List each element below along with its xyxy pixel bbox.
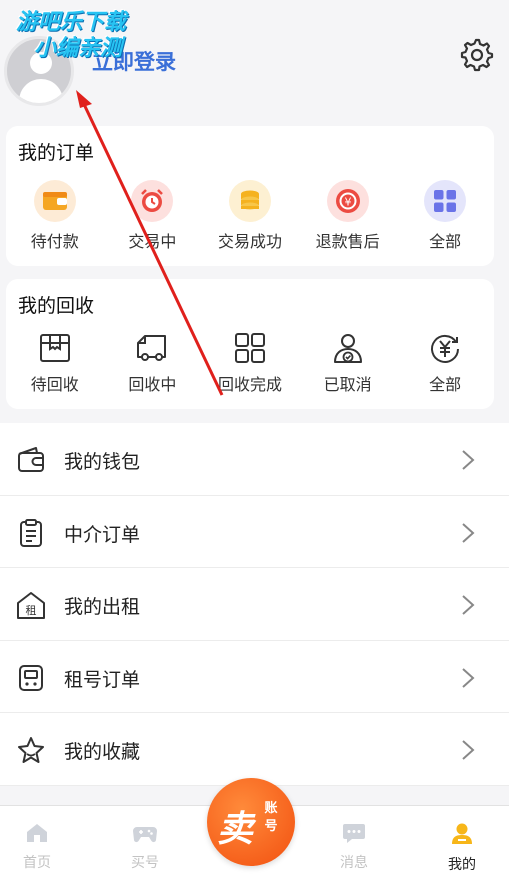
recycle-item-label: 回收完成 [217, 375, 282, 394]
truck-icon [137, 335, 167, 361]
menu-item-label: 中介订单 [64, 523, 141, 546]
sell-account-button[interactable]: 卖 账号 [207, 778, 295, 866]
orders-title: 我的订单 [18, 142, 95, 164]
chevron-right-icon [462, 740, 475, 760]
menu-item-favorites[interactable]: 我的收藏 [0, 713, 509, 786]
clipboard-icon [20, 518, 42, 547]
gear-icon[interactable] [460, 38, 494, 72]
person-icon [452, 823, 472, 844]
tab-label: 消息 [340, 855, 368, 871]
box-icon [39, 334, 70, 362]
recycle-title: 我的回收 [18, 295, 95, 317]
sell-big-label: 卖 [217, 809, 254, 850]
tab-messages[interactable]: 消息 [319, 822, 389, 872]
recycle-done[interactable]: 回收完成 [205, 331, 295, 395]
menu-item-label: 我的钱包 [64, 451, 141, 473]
home-icon [27, 824, 47, 842]
orders-card: 我的订单 待付款 交易中 交易成功 ¥ 退款售后 全部 [6, 126, 494, 266]
order-item-label: 交易中 [128, 232, 177, 251]
watermark-line1: 游吧乐下载 [16, 10, 127, 35]
tab-label: 买号 [131, 855, 159, 871]
coins-icon [228, 180, 271, 222]
chevron-right-icon [462, 667, 475, 688]
star-outline-icon [18, 737, 44, 763]
svg-text:¥: ¥ [344, 196, 351, 209]
menu-item-my-rental[interactable]: 租 我的出租 [0, 568, 509, 641]
recycle-item-label: 待回收 [30, 375, 79, 394]
chevron-right-icon [462, 522, 475, 543]
recycle-item-label: 回收中 [128, 375, 177, 394]
order-item-label: 退款售后 [315, 232, 380, 251]
order-item-label: 待付款 [30, 232, 79, 251]
recycle-all[interactable]: 全部 [400, 331, 490, 395]
recycle-item-label: 全部 [429, 375, 462, 394]
order-in-trade[interactable]: 交易中 [107, 180, 197, 252]
recycle-cancelled[interactable]: 已取消 [303, 331, 393, 395]
order-refund[interactable]: ¥ 退款售后 [303, 180, 393, 252]
menu-item-label: 租号订单 [64, 668, 141, 691]
menu-item-wallet[interactable]: 我的钱包 [0, 423, 509, 496]
tab-buy[interactable]: 买号 [110, 822, 180, 872]
refund-icon: ¥ [326, 180, 369, 222]
svg-text:租: 租 [26, 604, 37, 617]
watermark-line2: 小编亲测 [34, 36, 123, 61]
sell-small-label: 账号 [264, 801, 278, 834]
menu-list: 我的钱包 中介订单 租 我的出租 租号订单 我的收藏 [0, 423, 509, 786]
device-icon [19, 664, 43, 691]
menu-item-rent-orders[interactable]: 租号订单 [0, 641, 509, 713]
menu-item-label: 我的收藏 [64, 741, 141, 763]
order-pending-payment[interactable]: 待付款 [10, 180, 100, 252]
tab-home[interactable]: 首页 [2, 822, 72, 872]
message-icon [343, 824, 365, 843]
recycle-pending[interactable]: 待回收 [10, 331, 100, 395]
recycle-item-label: 已取消 [323, 375, 372, 394]
order-all[interactable]: 全部 [400, 180, 490, 252]
order-success[interactable]: 交易成功 [205, 180, 295, 252]
menu-item-label: 我的出租 [64, 596, 141, 618]
order-item-label: 交易成功 [217, 232, 282, 251]
grid-outline-icon [234, 333, 265, 363]
chevron-right-icon [462, 450, 475, 470]
avatar-body [19, 79, 63, 103]
chevron-right-icon [462, 595, 475, 615]
wallet-icon [33, 180, 76, 222]
grid-icon [424, 180, 467, 222]
tab-mine[interactable]: 我的 [427, 822, 497, 874]
user-check-icon [333, 334, 362, 363]
tab-label: 首页 [23, 855, 51, 871]
order-item-label: 全部 [429, 232, 462, 251]
rent-house-icon: 租 [17, 592, 45, 619]
alarm-clock-icon [131, 180, 174, 222]
gamepad-icon [133, 827, 157, 843]
yuan-refresh-icon [431, 334, 460, 363]
watermark: 游吧乐下载 小编亲测 [16, 10, 126, 62]
tab-label: 我的 [448, 857, 476, 873]
recycle-card: 我的回收 待回收 回收中 回收完成 已取消 全部 [6, 279, 494, 409]
recycle-in-progress[interactable]: 回收中 [107, 331, 197, 395]
profile-header: 立即登录 游吧乐下载 小编亲测 [0, 0, 509, 118]
wallet-outline-icon [18, 447, 44, 472]
menu-item-agent-orders[interactable]: 中介订单 [0, 496, 509, 568]
